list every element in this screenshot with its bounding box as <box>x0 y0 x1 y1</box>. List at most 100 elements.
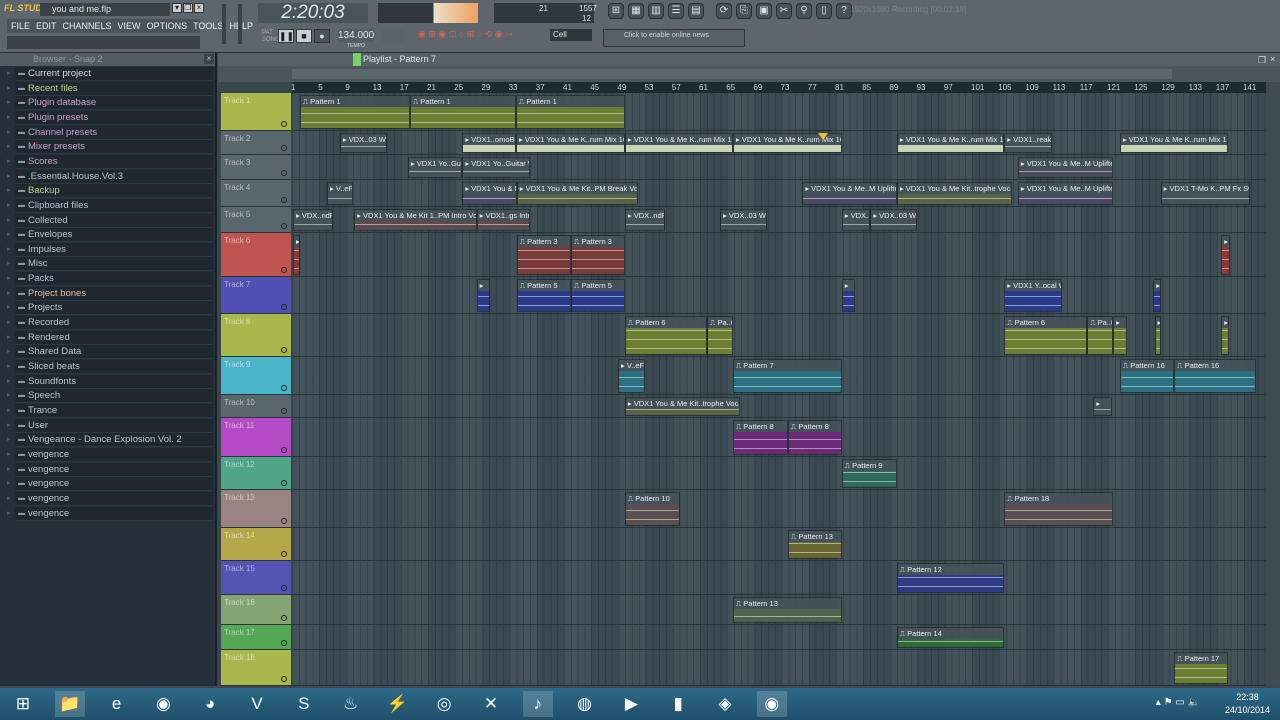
browser-item[interactable]: ▬Current project <box>7 67 213 81</box>
playlist-clip[interactable]: ⎍ Pattern 9 <box>841 459 897 488</box>
master-pitch-slider[interactable] <box>238 4 242 44</box>
browser-item[interactable]: ▬Channel presets <box>7 125 213 140</box>
playlist-clip[interactable]: ⎍ Pa..6 <box>1087 316 1114 355</box>
playlist-clip[interactable]: ▸ VDX..03 WET <box>339 133 387 153</box>
playlist-clip[interactable]: ▸ VDX..ndFX <box>624 209 665 231</box>
menu-options[interactable]: OPTIONS <box>147 19 188 33</box>
playlist-clip[interactable]: ⎍ Pattern 1 <box>516 95 625 129</box>
browser-item[interactable]: ▬Plugin database <box>7 96 213 111</box>
piano-roll-icon[interactable]: ▥ <box>648 3 664 19</box>
playlist-clip[interactable]: ▸ VDX1 You & Me K..rum Mix 16Bars <box>1119 133 1228 153</box>
browser-item[interactable]: ▬Scores <box>7 154 213 169</box>
plugin-icon[interactable]: ⚲ <box>796 3 812 19</box>
menu-channels[interactable]: CHANNELS <box>63 19 112 33</box>
playlist-clip[interactable]: ▸ <box>1113 316 1128 355</box>
playlist-clip[interactable]: ⎍ Pattern 16 <box>1119 359 1175 393</box>
track-header[interactable]: Track 6 <box>221 233 291 277</box>
track-header[interactable]: Track 9 <box>221 357 291 395</box>
playlist-clip[interactable]: ▸ VDX1 You & Me Kit..PM Break Vocal WET <box>516 182 638 205</box>
browser-item[interactable]: ▬Impulses <box>7 242 213 257</box>
taskbar-clock[interactable]: 22:38 24/10/2014 <box>1225 691 1270 717</box>
online-news-panel[interactable]: Click to enable online news <box>603 29 745 47</box>
playlist-clip[interactable]: ▸ <box>1093 397 1113 416</box>
browser-item[interactable]: ▬Mixer presets <box>7 140 213 155</box>
playlist-clip[interactable]: ⎍ Pattern 13 <box>732 597 842 623</box>
playlist-clip[interactable]: ▸ VDX1 You & Me K..rum Mix 16Bars <box>624 133 733 153</box>
tray-icons[interactable]: ▴ ⚑ ▭ 🔈 <box>1156 697 1200 708</box>
track-header[interactable]: Track 7 <box>221 277 291 314</box>
playlist-clip[interactable]: ⎍ Pattern 10 <box>624 492 680 526</box>
playlist-clip[interactable]: ▸ VDX1 Y..ocal WET <box>1004 279 1063 312</box>
render-icon[interactable]: ▣ <box>756 3 772 19</box>
track-header[interactable]: Track 15 <box>221 561 291 595</box>
playlist-clip[interactable]: ⎍ Pattern 8 <box>788 420 842 455</box>
taskbar-tool-icon[interactable]: ✕ <box>476 691 506 717</box>
timeline-ruler[interactable]: 1 5 9 13 17 21 25 29 33 37 41 45 49 53 57 61 65 69 73 77 81 8… <box>291 82 1266 93</box>
browser-item[interactable]: ▬vengence <box>7 491 213 506</box>
project-info-icon[interactable]: ▯ <box>816 3 832 19</box>
track-lane[interactable]: ▸ V..eFX▸ VDX1 You & Me...▸ VDX1 You & M… <box>292 180 1266 207</box>
playlist-clip[interactable]: ▸ <box>1221 235 1231 275</box>
playlist-clip[interactable]: ⎍ Pattern 6 <box>624 316 708 355</box>
playlist-clip[interactable]: ▸ VDX..03 WET <box>870 209 918 231</box>
track-lane[interactable]: ⎍ Pattern 13 <box>292 528 1266 561</box>
pattern-selector[interactable] <box>382 29 406 43</box>
playlist-clip[interactable]: ⎍ Pattern 6 <box>1004 316 1088 355</box>
playlist-clip[interactable]: ▸ <box>1154 316 1161 355</box>
browser-item[interactable]: ▬Soundfonts <box>7 374 213 389</box>
playlist-clip[interactable]: ⎍ Pattern 1 <box>299 95 410 129</box>
track-lane[interactable]: ▸ ⎍ Pattern 5 ⎍ Pattern 5 ▸ ▸ VDX1 Y..ocal… <box>292 277 1266 314</box>
browser-close-button[interactable]: × <box>204 54 214 64</box>
playlist-clip[interactable]: ⎍ Pattern 17 <box>1174 652 1228 684</box>
playlist-clip[interactable]: ▸ VDX1 T-Mo K..PM Fx Sweep <box>1160 182 1250 205</box>
track-lane[interactable]: ▸ VDX1 You & Me Kit..trophe Vocal WET ▸ <box>292 395 1266 418</box>
track-header[interactable]: Track 1 <box>221 93 291 131</box>
playlist-clip[interactable]: ⎍ Pattern 13 <box>788 530 842 559</box>
save-icon[interactable]: ⎘ <box>736 3 752 19</box>
playlist-clip[interactable]: ▸ VDX1 You & Me Kit..trophe Vocal WET <box>624 397 740 416</box>
undo-icon[interactable]: ⟳ <box>716 3 732 19</box>
mixer-icon[interactable]: ▤ <box>688 3 704 19</box>
pause-button[interactable]: ❚❚ <box>278 29 294 43</box>
playlist-icon[interactable]: ⊞ <box>608 3 624 19</box>
browser-item[interactable]: ▬Plugin presets <box>7 110 213 125</box>
taskbar-media-icon[interactable]: ◕ <box>195 691 225 717</box>
stop-button[interactable]: ■ <box>296 29 312 43</box>
browser-item[interactable]: ▬Sliced beats <box>7 360 213 374</box>
record-options[interactable]: ◉ ⊞ ◉ ⊡ ○ ⊞ ○ ⟲ ◉ ⊸ <box>418 29 543 45</box>
track-lane[interactable]: ⎍ Pattern 10 ⎍ Pattern 18 <box>292 490 1266 528</box>
playlist-clip[interactable]: ▸ VDX1 You & Me Kit 1..PM Intro Vocal WE <box>354 209 477 231</box>
playlist-clip[interactable]: ▸ <box>476 279 491 312</box>
menu-file[interactable]: FILE <box>11 19 30 33</box>
track-lane[interactable]: ⎍ Pattern 12 <box>292 561 1266 595</box>
taskbar-chrome-icon[interactable]: ◉ <box>756 691 787 717</box>
playlist-title[interactable]: Playlist - Pattern 7 <box>363 53 436 66</box>
playlist-clip[interactable]: ▸ VDX1 You & Me K..rum Mix 16Bars <box>516 133 625 153</box>
browser-item[interactable]: ▬Recorded <box>7 316 213 331</box>
cut-icon[interactable]: ✂ <box>776 3 792 19</box>
playlist-clip[interactable]: ▸ VDX1..omoBeat <box>462 133 517 153</box>
taskbar-internet-explorer-icon[interactable]: e <box>102 691 132 717</box>
taskbar-app-icon[interactable]: ◈ <box>710 691 740 717</box>
close-button[interactable]: × <box>194 3 204 13</box>
track-header[interactable]: Track 8 <box>221 314 291 357</box>
browser-item[interactable]: ▬.Essential.House.Vol.3 <box>7 169 213 184</box>
browser-item[interactable]: ▬Rendered <box>7 330 213 345</box>
playlist-clip[interactable]: ▸ VDX1 You & Me... <box>462 182 517 205</box>
snap-selector[interactable]: Cell <box>550 29 592 41</box>
playlist-clip[interactable]: ▸ VDX1 You & Me Kit..trophe Vocal WET <box>896 182 1012 205</box>
playlist-clip[interactable]: ▸ VDX1 You & Me K..rum Mix 16Bars <box>896 133 1005 153</box>
track-header[interactable]: Track 2 <box>221 131 291 155</box>
playlist-clip[interactable]: ▸ VDX1 Yo..Guitar WET <box>462 157 531 178</box>
track-header[interactable]: Track 5 <box>221 207 291 233</box>
pat-mode-label[interactable]: PAT <box>262 30 273 36</box>
track-lane[interactable]: ▸ ⎍ Pattern 3⎍ Pattern 3▸ <box>292 233 1266 277</box>
browser-item[interactable]: ▬Packs <box>7 272 213 287</box>
playlist-clip[interactable]: ▸ <box>841 279 855 312</box>
taskbar-vectorworks-icon[interactable]: V <box>242 691 272 717</box>
playlist-clip[interactable]: ▸ VDX1 You & Me..M Uplifter 02 <box>1017 182 1114 205</box>
minimize-button[interactable]: ▾ <box>172 3 182 13</box>
record-button[interactable]: ● <box>314 29 330 43</box>
browser-item[interactable]: ▬Misc <box>7 257 213 272</box>
playlist-clip[interactable]: ▸ VDX1..gs Intro <box>476 209 531 231</box>
